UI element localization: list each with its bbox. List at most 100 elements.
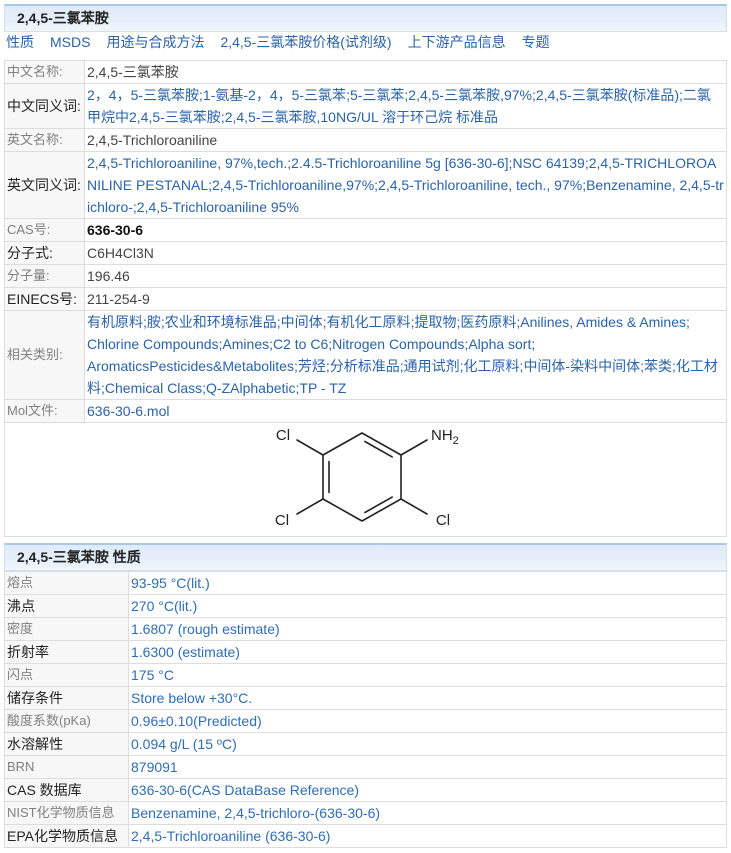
chinese-synonym-link[interactable]: 5-三氯苯 [350,87,404,103]
molecular-formula-label: 分子式: [4,241,85,265]
nav-link-properties[interactable]: 性质 [6,34,34,50]
nist-link[interactable]: Benzenamine, 2,4,5-trichloro-(636-30-6) [131,805,380,821]
chlorine-label-bottom-left: Cl [274,512,288,529]
structure-diagram: Cl NH2 Cl Cl [274,427,459,529]
property-value: 879091 [128,755,727,779]
cas-number-label: CAS号: [4,218,85,242]
nav-link-price[interactable]: 2,4,5-三氯苯胺价格(试剂级) [220,34,391,50]
category-link[interactable]: AromaticsPesticides&Metabolites [87,358,294,374]
property-label: 熔点 [4,571,129,595]
section-nav: 性质 MSDS 用途与合成方法 2,4,5-三氯苯胺价格(试剂级) 上下游产品信息 专题 [4,32,727,60]
category-link[interactable]: 化工原料 [464,358,520,374]
row-structure: Cl NH2 Cl Cl [4,422,727,537]
chinese-name-value: 2,4,5-三氯苯胺 [84,60,727,84]
double-bond-inner-line [363,496,393,514]
molecular-weight-label: 分子量: [4,264,85,288]
property-value: 93-95 °C(lit.) [128,571,727,595]
category-link[interactable]: C2 to C6 [273,336,328,352]
structure-cell: Cl NH2 Cl Cl [4,422,727,537]
english-synonym-link[interactable]: 2,4,5-Trichloroaniline, tech., 97% [378,177,582,193]
property-label: 酸度系数(pKa) [4,709,129,733]
property-row-storage-conditions: 储存条件 Store below +30°C. [4,686,727,710]
category-link[interactable]: Alpha sort [468,336,531,352]
category-link[interactable]: Chlorine Compounds [87,336,219,352]
einecs-label: EINECS号: [4,287,85,311]
bond-to-chlorine-bottom-left [295,498,324,515]
category-link[interactable]: 通用试剂 [404,358,460,374]
bond-to-chlorine-bottom-right [399,498,428,515]
category-link[interactable]: 分析标准品 [330,358,400,374]
bond-to-amine [399,439,428,456]
property-row-brn: BRN 879091 [4,755,727,779]
nav-link-msds[interactable]: MSDS [50,34,90,50]
property-value: 0.094 g/L (15 ºC) [128,732,727,756]
english-synonym-link[interactable]: NSC 64139 [512,155,584,171]
amine-label: NH2 [431,427,459,447]
chinese-synonyms-label: 中文同义词: [4,83,85,129]
category-link[interactable]: Q-ZAlphabetic [206,380,295,396]
mol-file-link[interactable]: 636-30-6.mol [87,403,170,419]
mol-file-label: Mol文件: [4,399,85,423]
property-row-nist: NIST化学物质信息 Benzenamine, 2,4,5-trichloro-… [4,801,727,825]
category-link[interactable]: 医药原料 [460,314,516,330]
property-label: 水溶解性 [4,732,129,756]
row-english-name: 英文名称: 2,4,5-Trichloroaniline [4,128,727,152]
category-link[interactable]: 农业和环境标准品 [165,314,277,330]
chinese-synonym-link[interactable]: 2,4,5-三氯苯胺,97% [408,87,532,103]
property-value: 0.96±0.10(Predicted) [128,709,727,733]
property-label: NIST化学物质信息 [4,801,129,825]
einecs-value: 211-254-9 [84,287,727,311]
category-link[interactable]: Chemical Class [105,380,202,396]
categories-label: 相关类别: [4,310,85,400]
property-row-melting-point: 熔点 93-95 °C(lit.) [4,571,727,595]
row-cas-number: CAS号: 636-30-6 [4,218,727,242]
category-link[interactable]: Nitrogen Compounds [332,336,464,352]
product-title-bar: 2,4,5-三氯苯胺 [4,4,727,32]
property-value-cell: Benzenamine, 2,4,5-trichloro-(636-30-6) [128,801,727,825]
property-label: EPA化学物质信息 [4,824,129,848]
molecular-formula-value: C6H4Cl3N [84,241,727,265]
category-link[interactable]: 有机原料 [87,314,143,330]
amine-label-main: NH [431,427,453,444]
chlorine-label-top-left: Cl [275,427,289,444]
epa-link[interactable]: 2,4,5-Trichloroaniline (636-30-6) [131,828,330,844]
row-mol-file: Mol文件: 636-30-6.mol [4,399,727,423]
property-label: CAS 数据库 [4,778,129,802]
category-link[interactable]: TP - TZ [299,380,346,396]
nav-link-topics[interactable]: 专题 [522,34,550,50]
english-synonym-link[interactable]: 2,4,5-Trichloroaniline,97% [212,177,374,193]
category-link[interactable]: 中间体-染料中间体 [523,358,640,374]
basic-info-table: 中文名称: 2,4,5-三氯苯胺 中文同义词: 2，4，5-三氯苯胺;1-氨基-… [4,60,727,537]
english-synonym-link[interactable]: 2.4.5-Trichloroaniline 5g [636-30-6] [291,155,508,171]
mol-file-cell: 636-30-6.mol [84,399,727,423]
english-synonym-link[interactable]: 2,4,5-Trichloroaniline, 97%,tech. [87,155,287,171]
row-english-synonyms: 英文同义词: 2,4,5-Trichloroaniline, 97%,tech.… [4,151,727,219]
property-value: 1.6300 (estimate) [128,640,727,664]
category-link[interactable]: 胺 [147,314,161,330]
english-synonyms-label: 英文同义词: [4,151,85,219]
category-link[interactable]: Anilines, Amides & Amines [520,314,686,330]
english-name-label: 英文名称: [4,128,85,152]
chinese-synonyms-list: 2，4，5-三氯苯胺;1-氨基-2，4，5-三氯苯;5-三氯苯;2,4,5-三氯… [84,83,727,129]
property-label: 沸点 [4,594,129,618]
nav-link-supply-chain[interactable]: 上下游产品信息 [408,34,506,50]
property-row-refractive-index: 折射率 1.6300 (estimate) [4,640,727,664]
product-title: 2,4,5-三氯苯胺 [17,10,109,26]
properties-title: 2,4,5-三氯苯胺 性质 [17,549,141,565]
chinese-synonym-link[interactable]: 2，4，5-三氯苯胺 [87,87,199,103]
amine-label-subscript: 2 [452,435,458,447]
english-synonym-link[interactable]: 2,4,5-Trichloroaniline 95% [137,199,299,215]
nav-link-uses-synthesis[interactable]: 用途与合成方法 [106,34,204,50]
category-link[interactable]: 提取物 [414,314,456,330]
cas-database-link[interactable]: 636-30-6(CAS DataBase Reference) [131,782,359,798]
category-link[interactable]: 中间体 [281,314,323,330]
category-link[interactable]: 苯类 [644,358,672,374]
property-value: 1.6807 (rough estimate) [128,617,727,641]
properties-table: 熔点 93-95 °C(lit.) 沸点 270 °C(lit.) 密度 1.6… [4,571,727,848]
chinese-synonym-link[interactable]: 2,4,5-三氯苯胺(标准品) [536,87,679,103]
category-link[interactable]: 有机化工原料 [327,314,411,330]
chinese-synonym-link[interactable]: 1-氨基-2，4，5-三氯苯 [203,87,346,103]
chinese-synonym-link[interactable]: 2,4,5-三氯苯胺,10NG/UL 溶于环己烷 标准品 [225,109,498,125]
category-link[interactable]: Amines [222,336,269,352]
category-link[interactable]: 芳烃 [298,358,326,374]
